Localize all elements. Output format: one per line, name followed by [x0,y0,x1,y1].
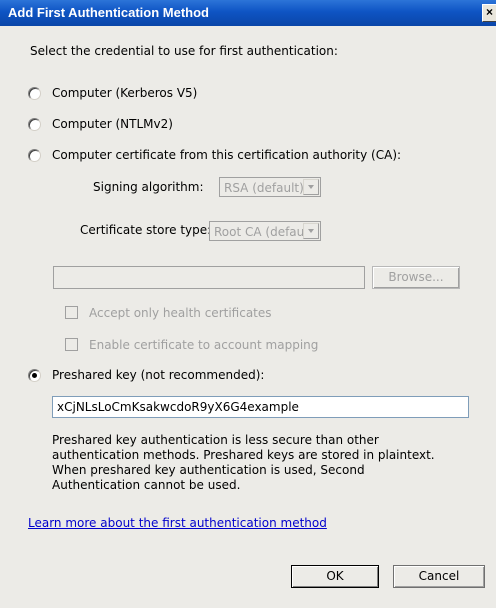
certificate-store-type-select[interactable]: Root CA (default) [209,221,321,241]
kerberos-label[interactable]: Computer (Kerberos V5) [52,86,197,100]
signing-algorithm-label: Signing algorithm: [93,180,204,194]
accept-health-label: Accept only health certificates [89,306,272,320]
preshared-key-field[interactable]: xCjNLsLoCmKsakwcdoR9yX6G4example [52,396,469,418]
certificate-radio[interactable] [28,149,41,162]
kerberos-radio[interactable] [28,87,41,100]
ok-button[interactable]: OK [291,565,379,588]
accept-health-checkbox[interactable] [65,306,78,319]
chevron-down-icon[interactable] [303,223,319,239]
preshared-key-warning: Preshared key authentication is less sec… [52,433,435,492]
certificate-mapping-checkbox[interactable] [65,338,78,351]
signing-algorithm-select[interactable]: RSA (default) [219,177,321,197]
title-bar: Add First Authentication Method × [0,0,496,26]
certificate-mapping-label: Enable certificate to account mapping [89,338,319,352]
signing-algorithm-value: RSA (default) [224,181,304,195]
preshared-key-label[interactable]: Preshared key (not recommended): [52,368,264,382]
learn-more-link[interactable]: Learn more about the first authenticatio… [28,516,327,530]
certificate-store-type-value: Root CA (default) [214,225,317,239]
preshared-key-radio[interactable] [28,369,41,382]
certificate-label[interactable]: Computer certificate from this certifica… [52,148,401,162]
cancel-button[interactable]: Cancel [393,565,485,588]
ntlm-radio[interactable] [28,118,41,131]
ca-field[interactable] [53,266,365,289]
chevron-down-icon[interactable] [303,179,319,195]
ntlm-label[interactable]: Computer (NTLMv2) [52,117,173,131]
certificate-store-type-label: Certificate store type: [80,223,212,237]
browse-button[interactable]: Browse... [372,266,460,289]
add-first-authentication-dialog: Add First Authentication Method × Select… [0,0,496,608]
radio-selected-dot [32,373,37,378]
window-title: Add First Authentication Method [8,5,209,20]
instruction-label: Select the credential to use for first a… [30,44,338,58]
close-icon[interactable]: × [482,4,496,22]
